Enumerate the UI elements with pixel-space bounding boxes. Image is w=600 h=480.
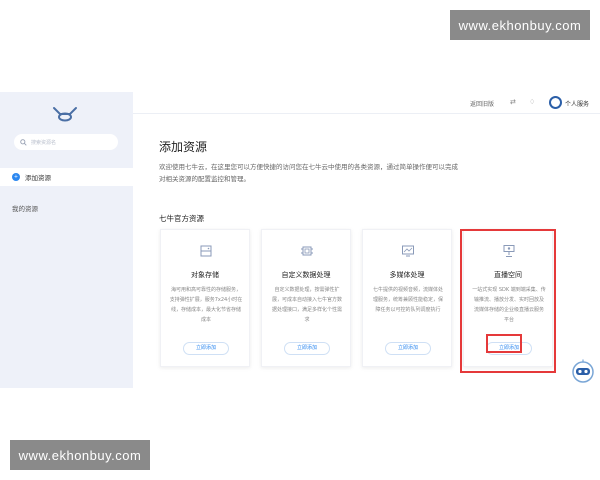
sidebar-item-label: 添加资源 — [25, 174, 51, 182]
bell-icon[interactable]: ♢ — [529, 98, 535, 106]
add-now-button[interactable]: 立即添加 — [385, 342, 431, 355]
card-description: 海可用和高可靠性的存储服务，支持弹性扩展，服务7x24小时在线，存储成本，最大化… — [169, 287, 243, 323]
sidebar-item-label: 我的资源 — [12, 205, 38, 213]
resource-card-custom-processing: 自定义数据处理 自定义数据处理，按需弹性扩展，可成本自动接入七牛官方数据处理接口… — [261, 229, 351, 367]
card-title: 多媒体处理 — [389, 271, 425, 279]
highlight-box-button — [486, 334, 522, 353]
page-intro: 欢迎使用七牛云，在这里您可以方便快捷的访问您在七牛云中使用的各类资源，通过简单操… — [159, 163, 458, 183]
user-menu-label[interactable]: 个人服务 — [565, 99, 589, 108]
resource-card-object-storage: 对象存储 海可用和高可靠性的存储服务，支持弹性扩展，服务7x24小时在线，存储成… — [160, 229, 250, 367]
robot-assistant-icon[interactable] — [570, 358, 596, 384]
search-placeholder: 搜索资源名 — [31, 139, 57, 146]
card-title: 自定义数据处理 — [281, 271, 331, 279]
sidebar-item-add-resource[interactable]: + 添加资源 — [0, 168, 133, 186]
watermark-top: www.ekhonbuy.com — [450, 10, 590, 40]
search-icon — [20, 138, 27, 146]
refresh-icon[interactable]: ⇄ — [510, 98, 516, 106]
page-title: 添加资源 — [159, 140, 208, 154]
top-bar: 返回旧版 ⇄ ♢ 个人服务 — [133, 92, 600, 114]
plus-circle-icon: + — [12, 173, 20, 181]
back-to-old-version-link[interactable]: 返回旧版 — [470, 99, 494, 108]
storage-icon — [200, 245, 212, 257]
sidebar: 搜索资源名 + 添加资源 我的资源 — [0, 92, 133, 388]
section-title: 七牛官方资源 — [159, 214, 204, 223]
qiniu-logo-icon — [53, 107, 77, 122]
add-now-button[interactable]: 立即添加 — [284, 342, 330, 355]
add-now-button[interactable]: 立即添加 — [183, 342, 229, 355]
sidebar-item-my-resources[interactable]: 我的资源 — [0, 199, 133, 217]
resource-card-multimedia: 多媒体处理 七牛提供的视频音频，流媒体处理服务，统筹兼顾性能稳定，保障任务以可控… — [362, 229, 452, 367]
card-description: 自定义数据处理，按需弹性扩展，可成本自动接入七牛官方数据处理接口，满足多样化个性… — [271, 287, 342, 323]
card-title: 对象存储 — [191, 271, 219, 279]
search-input[interactable]: 搜索资源名 — [14, 134, 118, 150]
monitor-icon — [402, 245, 414, 257]
chip-icon — [301, 246, 313, 256]
watermark-bottom: www.ekhonbuy.com — [10, 440, 150, 470]
avatar[interactable] — [549, 96, 562, 109]
screenshot-page: www.ekhonbuy.com 搜索资源名 + 添加资源 我的资源 返回旧版 … — [0, 0, 600, 480]
card-description: 七牛提供的视频音频，流媒体处理服务，统筹兼顾性能稳定，保障任务以可控的队列调度执… — [372, 287, 443, 313]
